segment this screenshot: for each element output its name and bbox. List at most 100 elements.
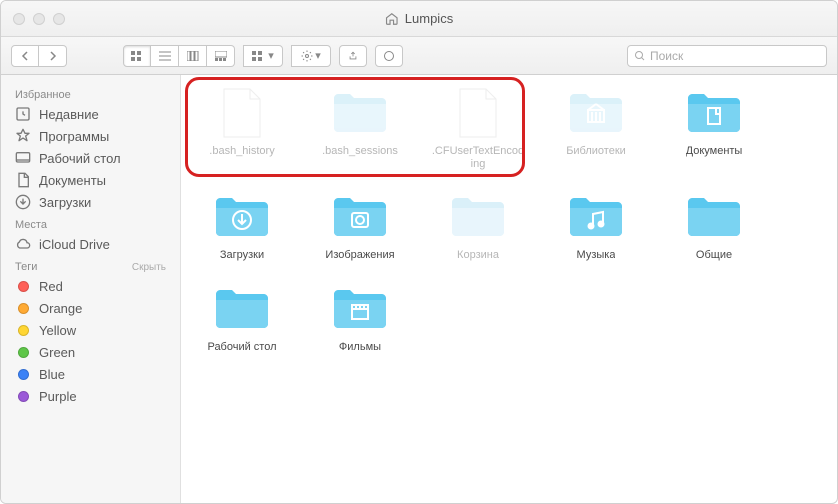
file-item-label: Изображения [325,249,394,262]
tag-button[interactable] [375,45,403,67]
sidebar-item[interactable]: Программы [1,125,180,147]
view-columns-button[interactable] [179,45,207,67]
search-placeholder: Поиск [650,49,683,63]
sidebar-heading-favorites: Избранное [1,83,180,103]
tag-icon [15,300,31,316]
sidebar-item-label: Рабочий стол [39,151,121,166]
body: Избранное Недавние Программы Рабочий стол Д… [1,75,837,503]
tag-icon [15,322,31,338]
file-item-label: Корзина [457,249,499,262]
folder-icon [682,189,746,245]
sidebar-item-label: Недавние [39,107,99,122]
file-item-label: .bash_sessions [322,145,398,158]
home-icon [385,12,399,26]
file-icon [446,85,510,141]
sidebar-item-label: Red [39,279,63,294]
file-item[interactable]: Рабочий стол [195,281,289,354]
folder-icon [328,85,392,141]
file-item[interactable]: .bash_sessions [313,85,407,171]
content-area[interactable]: .bash_history .bash_sessions .CFUserTextEn… [181,75,837,503]
search-icon [634,50,646,62]
sidebar-hide-button[interactable]: Скрыть [132,262,166,273]
sidebar-item[interactable]: Green [1,341,180,363]
sidebar-heading-places: Места [1,213,180,233]
file-item-label: Рабочий стол [207,341,276,354]
folder-music-icon [564,189,628,245]
sidebar-item-label: Blue [39,367,65,382]
file-icon [210,85,274,141]
sidebar-item-label: Yellow [39,323,76,338]
file-item[interactable]: Корзина [431,189,525,262]
folder-icon [446,189,510,245]
sidebar-item[interactable]: Рабочий стол [1,147,180,169]
file-item-label: .CFUserTextEncoding [431,145,525,171]
file-item[interactable]: .bash_history [195,85,289,171]
file-item-label: Документы [686,145,743,158]
search-field[interactable]: Поиск [627,45,827,67]
sidebar-item[interactable]: Red [1,275,180,297]
file-item[interactable]: Документы [667,85,761,171]
sidebar-item-label: Green [39,345,75,360]
sidebar-item-label: iCloud Drive [39,237,110,252]
folder-library-icon [564,85,628,141]
view-icons-button[interactable] [123,45,151,67]
clock-icon [15,106,31,122]
close-window-button[interactable] [13,13,25,25]
finder-window: Lumpics ▾ ▾ Поиск Избранное Неда [0,0,838,504]
folder-doc-icon [682,85,746,141]
action-button-group: ▾ [291,45,331,67]
group-button[interactable]: ▾ [243,45,283,67]
sidebar-item[interactable]: Purple [1,385,180,407]
doc-icon [15,172,31,188]
file-item[interactable]: Загрузки [195,189,289,262]
sidebar-item[interactable]: Orange [1,297,180,319]
folder-movies-icon [328,281,392,337]
file-item-label: Фильмы [339,341,381,354]
desktop-icon [15,150,31,166]
nav-buttons [11,45,67,67]
file-item[interactable]: Фильмы [313,281,407,354]
action-button[interactable]: ▾ [291,45,331,67]
apps-icon [15,128,31,144]
sidebar-item[interactable]: Недавние [1,103,180,125]
sidebar-item-label: Orange [39,301,82,316]
file-item[interactable]: Музыка [549,189,643,262]
back-button[interactable] [11,45,39,67]
items-grid: .bash_history .bash_sessions .CFUserTextEn… [195,85,823,354]
folder-icon [210,281,274,337]
window-title: Lumpics [385,11,453,26]
titlebar: Lumpics [1,1,837,37]
sidebar-item[interactable]: Загрузки [1,191,180,213]
view-list-button[interactable] [151,45,179,67]
tag-icon [15,366,31,382]
sidebar-item[interactable]: Документы [1,169,180,191]
sidebar-item[interactable]: Blue [1,363,180,385]
sidebar-item-label: Документы [39,173,106,188]
forward-button[interactable] [39,45,67,67]
file-item-label: Библиотеки [566,145,626,158]
minimize-window-button[interactable] [33,13,45,25]
window-controls [1,13,65,25]
toolbar: ▾ ▾ Поиск [1,37,837,75]
file-item-label: Загрузки [220,249,264,262]
sidebar-heading-tags: ТегиСкрыть [1,255,180,275]
sidebar: Избранное Недавние Программы Рабочий стол Д… [1,75,181,503]
view-gallery-button[interactable] [207,45,235,67]
sidebar-item[interactable]: Yellow [1,319,180,341]
download-icon [15,194,31,210]
file-item[interactable]: .CFUserTextEncoding [431,85,525,171]
sidebar-item-label: Purple [39,389,77,404]
folder-pictures-icon [328,189,392,245]
sidebar-item[interactable]: iCloud Drive [1,233,180,255]
tag-icon [15,278,31,294]
window-title-text: Lumpics [405,11,453,26]
view-buttons [123,45,235,67]
maximize-window-button[interactable] [53,13,65,25]
file-item[interactable]: Общие [667,189,761,262]
file-item[interactable]: Изображения [313,189,407,262]
sidebar-item-label: Программы [39,129,109,144]
file-item[interactable]: Библиотеки [549,85,643,171]
file-item-label: .bash_history [209,145,274,158]
tag-icon [15,344,31,360]
share-button[interactable] [339,45,367,67]
